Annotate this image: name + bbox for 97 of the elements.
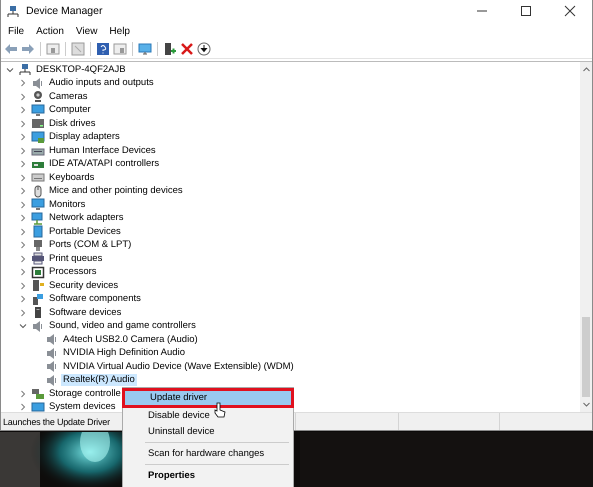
tree-item[interactable]: Realtek(R) Audio bbox=[61, 374, 137, 386]
component-icon bbox=[31, 292, 45, 306]
collapse-chevron-icon[interactable] bbox=[19, 322, 27, 330]
processor-icon bbox=[31, 266, 45, 279]
expand-chevron-icon[interactable] bbox=[19, 390, 27, 398]
speaker-icon bbox=[45, 346, 59, 360]
expand-chevron-icon[interactable] bbox=[19, 133, 27, 142]
tree-item[interactable]: Security devices bbox=[47, 280, 120, 292]
tree-item[interactable]: Disk drives bbox=[47, 118, 98, 130]
speaker-icon bbox=[45, 360, 59, 374]
menu-item[interactable]: Scan for hardware changes bbox=[123, 446, 293, 462]
speaker-icon bbox=[45, 333, 59, 346]
tree-item[interactable]: NVIDIA Virtual Audio Device (Wave Extensible) (WDM) bbox=[61, 360, 296, 373]
tree-item[interactable]: Human Interface Devices bbox=[47, 144, 158, 157]
monitor-icon bbox=[31, 104, 45, 117]
download-icon[interactable] bbox=[197, 42, 211, 56]
expand-chevron-icon[interactable] bbox=[19, 268, 27, 276]
expand-chevron-icon[interactable] bbox=[19, 295, 27, 304]
menu-item[interactable]: Help bbox=[104, 24, 135, 38]
tree-item[interactable]: Processors bbox=[47, 266, 99, 278]
expand-chevron-icon[interactable] bbox=[19, 214, 27, 222]
tree-item[interactable]: Keyboards bbox=[47, 172, 96, 184]
tree-item[interactable]: Cameras bbox=[47, 90, 90, 103]
keyboard-icon bbox=[31, 171, 45, 184]
tree-item[interactable]: Mice and other pointing devices bbox=[47, 185, 185, 198]
tree-item[interactable]: Ports (COM & LPT) bbox=[47, 239, 134, 252]
menu-item[interactable]: Properties bbox=[123, 468, 293, 484]
tree-item[interactable]: IDE ATA/ATAPI controllers bbox=[47, 158, 162, 170]
network-icon bbox=[31, 212, 45, 225]
panel-icon[interactable] bbox=[46, 42, 60, 56]
panel-icon[interactable] bbox=[113, 42, 127, 56]
menu-item[interactable]: Disable device bbox=[123, 408, 293, 424]
expand-chevron-icon[interactable] bbox=[19, 174, 27, 182]
add-driver-icon[interactable] bbox=[163, 42, 177, 56]
expand-chevron-icon[interactable] bbox=[19, 160, 27, 168]
tree-item[interactable]: Software devices bbox=[47, 306, 124, 319]
tree-item[interactable]: A4tech USB2.0 Camera (Audio) bbox=[61, 334, 200, 346]
properties-icon[interactable] bbox=[71, 42, 85, 56]
speaker-icon bbox=[31, 76, 45, 90]
menu-item[interactable]: File bbox=[3, 24, 30, 38]
expand-chevron-icon[interactable] bbox=[19, 228, 27, 236]
tree-item[interactable]: Monitors bbox=[47, 198, 88, 211]
tree-item[interactable]: Print queues bbox=[47, 252, 104, 265]
expand-chevron-icon[interactable] bbox=[19, 254, 27, 263]
tree-item[interactable]: Software components bbox=[47, 293, 143, 306]
display-adapter-icon bbox=[31, 130, 45, 144]
scroll-down-icon[interactable] bbox=[582, 400, 590, 409]
menu-item[interactable]: Update driver bbox=[125, 391, 291, 405]
menu-item[interactable]: View bbox=[70, 24, 102, 38]
expand-chevron-icon[interactable] bbox=[19, 106, 27, 114]
tree-item[interactable]: System devices bbox=[47, 401, 118, 412]
tree-item[interactable]: Audio inputs and outputs bbox=[47, 77, 156, 90]
tablet-icon bbox=[31, 225, 45, 238]
tree-item[interactable]: Network adapters bbox=[47, 212, 126, 224]
cursor-icon bbox=[214, 402, 226, 418]
expand-chevron-icon[interactable] bbox=[19, 200, 27, 209]
tree-item[interactable]: Storage controlle bbox=[47, 388, 123, 400]
x-icon[interactable] bbox=[180, 42, 194, 56]
printer-icon bbox=[31, 252, 45, 266]
plug-icon bbox=[31, 238, 45, 252]
tree-item[interactable]: Portable Devices bbox=[47, 226, 123, 238]
monitor-icon[interactable] bbox=[138, 42, 152, 56]
expand-chevron-icon[interactable] bbox=[19, 79, 27, 88]
expand-chevron-icon[interactable] bbox=[19, 120, 27, 128]
window-title: Device Manager bbox=[26, 5, 102, 17]
forward-arrow-icon[interactable] bbox=[21, 42, 35, 56]
menu-item[interactable]: Action bbox=[31, 24, 69, 38]
collapse-chevron-icon[interactable] bbox=[6, 66, 14, 74]
security-key-icon bbox=[31, 279, 45, 292]
scroll-thumb[interactable] bbox=[582, 317, 590, 397]
tree-item[interactable]: Computer bbox=[47, 104, 93, 116]
app-icon bbox=[6, 4, 20, 18]
speaker-icon bbox=[45, 374, 59, 387]
expand-chevron-icon[interactable] bbox=[19, 282, 27, 290]
tree-item[interactable]: Sound, video and game controllers bbox=[47, 320, 198, 332]
expand-chevron-icon[interactable] bbox=[19, 187, 27, 196]
back-arrow-icon[interactable] bbox=[4, 42, 18, 56]
expand-chevron-icon[interactable] bbox=[19, 403, 27, 412]
webcam-icon bbox=[31, 90, 45, 104]
network-computer-icon bbox=[18, 63, 32, 76]
status-text: Launches the Update Driver bbox=[3, 416, 110, 426]
expand-chevron-icon[interactable] bbox=[19, 92, 27, 101]
tree-item[interactable]: Display adapters bbox=[47, 131, 122, 144]
expand-chevron-icon[interactable] bbox=[19, 241, 27, 250]
scroll-up-icon[interactable] bbox=[582, 65, 590, 74]
system-icon bbox=[31, 400, 45, 412]
speaker-icon bbox=[31, 320, 45, 333]
expand-chevron-icon[interactable] bbox=[19, 146, 27, 155]
menu-item[interactable]: Uninstall device bbox=[123, 424, 293, 440]
disk-drive-icon bbox=[31, 117, 45, 130]
tree-item[interactable]: NVIDIA High Definition Audio bbox=[61, 347, 187, 360]
tree-item[interactable]: DESKTOP-4QF2AJB bbox=[34, 64, 128, 76]
expand-chevron-icon[interactable] bbox=[19, 308, 27, 317]
scrollbar[interactable] bbox=[580, 62, 592, 412]
storage-icon bbox=[31, 387, 45, 400]
help-icon[interactable] bbox=[96, 42, 110, 56]
monitor-icon bbox=[31, 198, 45, 212]
